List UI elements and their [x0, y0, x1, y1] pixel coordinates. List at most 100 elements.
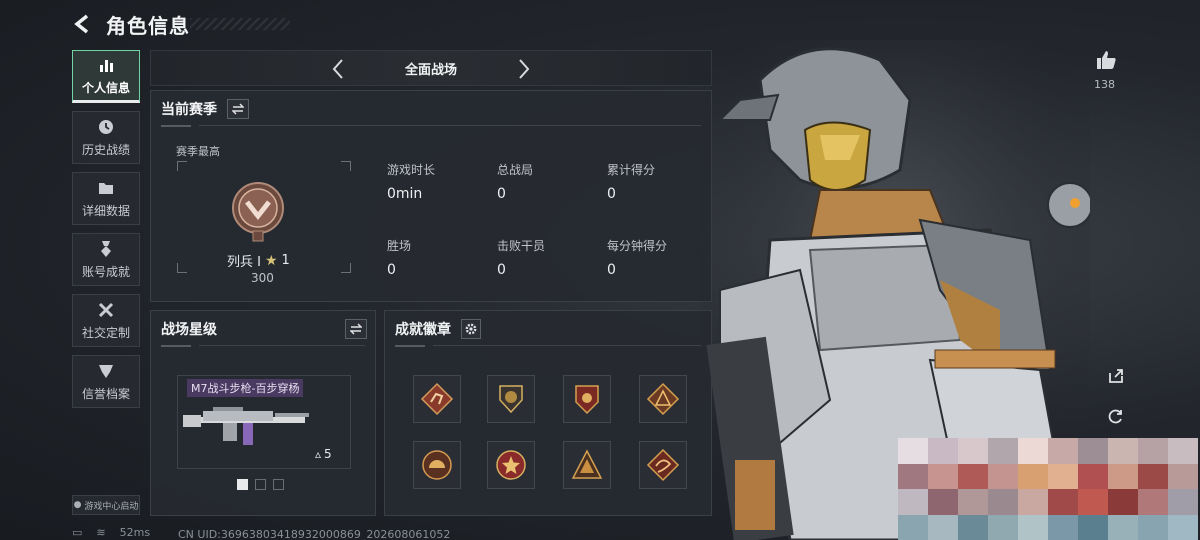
dragon-icon — [646, 448, 680, 482]
triangle-rank-icon: ▵ — [315, 447, 322, 461]
gear-icon — [465, 323, 477, 335]
rank-emblem-icon — [232, 182, 284, 242]
sidebar-item-achievements[interactable]: 账号成就 — [72, 233, 140, 286]
launch-label: 游戏中心启动 — [84, 501, 139, 512]
badge-shield[interactable] — [563, 375, 611, 423]
share-icon — [1109, 369, 1123, 383]
badge-rank-triangle[interactable] — [639, 375, 687, 423]
clock-icon — [99, 119, 113, 134]
stat-play-time: 游戏时长 0min — [387, 163, 436, 202]
game-center-launch[interactable]: ● 游戏中心启动 — [72, 495, 140, 515]
sidebar-item-label: 账号成就 — [81, 264, 130, 279]
stat-score-per-min: 每分钟得分 0 — [607, 239, 668, 278]
divider — [199, 125, 701, 126]
like-count: 138 — [1094, 78, 1115, 91]
refresh-icon — [1108, 409, 1122, 424]
medal-icon — [101, 240, 111, 257]
badge-crest[interactable] — [487, 375, 535, 423]
star-level-title: 战场星级 — [161, 322, 217, 338]
decor-line — [395, 345, 425, 347]
achievements-settings-button[interactable] — [461, 319, 481, 339]
rank-triangle-icon — [646, 382, 680, 416]
star-swap-button[interactable] — [345, 319, 367, 339]
decor-line — [161, 345, 191, 347]
rifle-icon — [183, 407, 309, 445]
chevron-right-icon — [519, 59, 530, 79]
helmet-icon — [422, 450, 452, 480]
swap-icon — [350, 323, 362, 335]
season-best-label: 赛季最高 — [176, 145, 220, 158]
uid-text: CN UID:36963803418932000869_202608061052 — [178, 528, 451, 540]
header: 角色信息 — [72, 8, 190, 40]
sidebar-item-details[interactable]: 详细数据 — [72, 172, 140, 225]
rank-stars: 1 — [281, 253, 290, 268]
sidebar-item-personal-info[interactable]: 个人信息 — [72, 50, 140, 103]
season-swap-button[interactable] — [227, 99, 249, 119]
badge-pyramid[interactable] — [563, 441, 611, 489]
wifi-icon: ≋ — [96, 526, 106, 539]
stat-total-score: 累计得分 0 — [607, 163, 656, 202]
page-dot-3[interactable] — [273, 479, 284, 490]
stat-wins: 胜场 0 — [387, 239, 412, 278]
sidebar-item-history[interactable]: 历史战绩 — [72, 111, 140, 164]
weapon-level: ▵ 5 — [315, 447, 332, 461]
sidebar-item-label: 社交定制 — [81, 325, 130, 340]
back-arrow-icon — [74, 14, 89, 34]
mode-prev-button[interactable] — [327, 57, 351, 81]
mode-selector: 全面战场 — [150, 50, 712, 86]
pyramid-icon — [571, 449, 603, 479]
refresh-button[interactable] — [1102, 402, 1130, 430]
sidebar-item-reputation[interactable]: 信誉档案 — [72, 355, 140, 408]
weapon-name: M7战斗步枪-百步穿杨 — [187, 379, 304, 397]
back-button[interactable] — [72, 13, 94, 35]
shield-icon — [99, 364, 113, 378]
person-icon: ● — [73, 500, 82, 510]
chevron-left-icon — [332, 59, 343, 79]
shield-badge-icon — [575, 385, 599, 415]
badge-dragon[interactable] — [639, 441, 687, 489]
decor-line — [161, 125, 191, 127]
thumbs-up-icon — [1097, 51, 1116, 69]
mode-next-button[interactable] — [511, 57, 535, 81]
star-badge-icon — [496, 450, 526, 480]
rank-name: 列兵 I — [227, 255, 261, 270]
sidebar-item-label: 历史战绩 — [81, 142, 130, 157]
divider — [433, 345, 701, 346]
status-bar: ▭ ≋ 52ms — [72, 526, 150, 539]
achievements-title: 成就徽章 — [395, 322, 451, 338]
page-dot-1[interactable] — [237, 479, 248, 490]
swap-icon — [232, 103, 244, 115]
title-decoration — [190, 18, 290, 30]
page-title: 角色信息 — [106, 13, 190, 38]
stat-total-matches: 总战局 0 — [497, 163, 534, 202]
achievements-panel: 成就徽章 — [384, 310, 712, 516]
weapon-pager — [237, 479, 284, 490]
sidebar-item-label: 信誉档案 — [81, 386, 130, 401]
folder-icon — [99, 182, 113, 194]
ping-value: 52ms — [119, 526, 151, 539]
share-button[interactable] — [1102, 362, 1130, 390]
rank-line: 列兵 I ★ 1 — [227, 251, 290, 271]
bar-chart-icon — [100, 59, 113, 72]
sprint-icon — [420, 382, 454, 416]
badge-sprint[interactable] — [413, 375, 461, 423]
badge-star[interactable] — [487, 441, 535, 489]
mode-title: 全面战场 — [404, 62, 457, 78]
crest-icon — [499, 385, 523, 414]
star-level-panel: 战场星级 M7战斗步枪-百步穿杨 ▵ 5 — [150, 310, 376, 516]
sidebar-item-social[interactable]: 社交定制 — [72, 294, 140, 347]
rank-score: 300 — [251, 271, 274, 285]
season-title: 当前赛季 — [161, 102, 217, 118]
season-panel: 当前赛季 赛季最高 列兵 I ★ 1 300 游戏时长 0min 总战局 0 累计得… — [150, 90, 712, 302]
divider — [199, 345, 365, 346]
stat-kills: 击败干员 0 — [497, 239, 546, 278]
page-dot-2[interactable] — [255, 479, 266, 490]
battery-icon: ▭ — [72, 526, 83, 539]
sidebar-item-label: 个人信息 — [81, 80, 130, 95]
like-button[interactable] — [1094, 48, 1118, 72]
star-icon: ★ — [264, 252, 278, 269]
pixelated-overlay — [898, 438, 1198, 540]
sidebar-item-label: 详细数据 — [81, 203, 130, 218]
tools-icon — [98, 302, 114, 317]
badge-helmet[interactable] — [413, 441, 461, 489]
